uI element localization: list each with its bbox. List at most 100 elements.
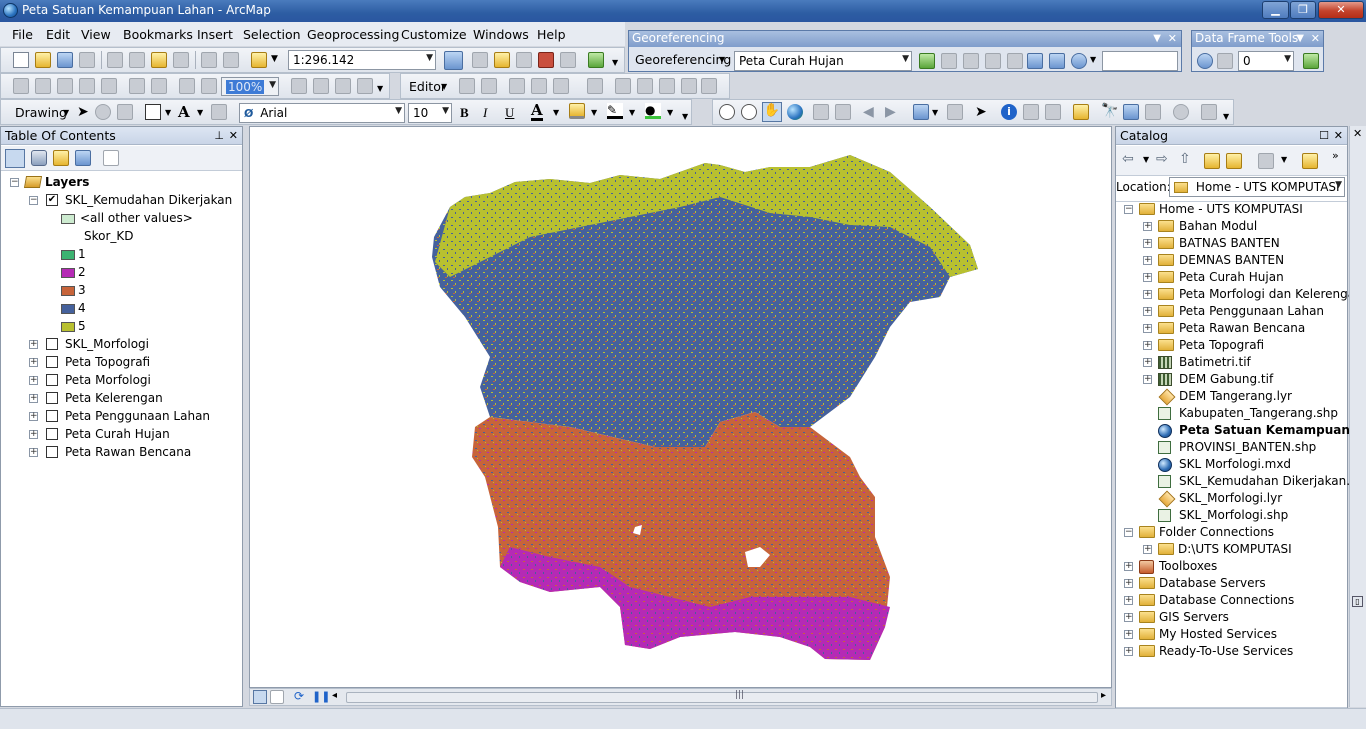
dock-pane-icon[interactable]: ▯ bbox=[1352, 596, 1363, 607]
catalog-item[interactable]: SKL_Kemudahan Dikerjakan.shp bbox=[1116, 473, 1366, 490]
line-color-icon[interactable]: ✎ bbox=[607, 103, 623, 119]
expand-icon[interactable]: + bbox=[1143, 545, 1152, 554]
print-icon[interactable] bbox=[79, 52, 95, 68]
georef-layer-combo[interactable]: Peta Curah Hujan ▼ bbox=[734, 51, 912, 71]
toc-layer-item[interactable]: + Peta Morfologi bbox=[1, 372, 242, 389]
chevron-down-icon[interactable]: ▼ bbox=[667, 108, 673, 117]
previous-extent-icon[interactable] bbox=[179, 78, 195, 94]
undo-icon[interactable] bbox=[201, 52, 217, 68]
text-tool-icon[interactable]: A bbox=[178, 103, 190, 121]
zoom-in-icon[interactable] bbox=[719, 104, 735, 120]
connect-folder-icon[interactable] bbox=[1226, 153, 1242, 169]
catalog-item[interactable]: PROVINSI_BANTEN.shp bbox=[1116, 439, 1347, 456]
expand-icon[interactable]: + bbox=[29, 430, 38, 439]
catalog-item[interactable]: + Peta Rawan Bencana bbox=[1116, 320, 1347, 337]
chevron-down-icon[interactable]: ▼ bbox=[441, 82, 447, 91]
georeferencing-toolbar-header[interactable]: Georeferencing ▼ ✕ bbox=[629, 31, 1181, 47]
go-to-xy-icon[interactable] bbox=[1145, 104, 1161, 120]
legend-swatch[interactable] bbox=[61, 304, 75, 314]
maximize-button[interactable]: ❐ bbox=[1290, 1, 1316, 19]
chevron-down-icon[interactable]: ▼ bbox=[197, 108, 203, 117]
menu-bookmarks[interactable]: Bookmarks bbox=[123, 27, 193, 42]
menu-windows[interactable]: Windows bbox=[473, 27, 529, 42]
minimize-button[interactable]: ▁ bbox=[1262, 1, 1289, 19]
catalog-folder-connections[interactable]: − Folder Connections bbox=[1116, 524, 1347, 541]
attributes-icon[interactable] bbox=[701, 78, 717, 94]
expand-icon[interactable]: + bbox=[1124, 596, 1133, 605]
forward-extent-icon[interactable]: ▶ bbox=[885, 104, 896, 120]
views-icon[interactable] bbox=[1258, 153, 1274, 169]
paste-icon[interactable] bbox=[151, 52, 167, 68]
chevron-down-icon[interactable]: ▼ bbox=[1296, 31, 1304, 46]
catalog-item[interactable]: + DEM Gabung.tif bbox=[1116, 371, 1347, 388]
link-table-icon[interactable] bbox=[1049, 53, 1065, 69]
fixed-zoom-out-map-icon[interactable] bbox=[835, 104, 851, 120]
straight-segment-icon[interactable] bbox=[509, 78, 525, 94]
font-size-combo[interactable]: 10 ▼ bbox=[408, 103, 452, 123]
zoom-selected-elements-icon[interactable] bbox=[117, 104, 133, 120]
maximize-icon[interactable]: ☐ bbox=[1319, 127, 1329, 144]
python-window-icon[interactable] bbox=[560, 52, 576, 68]
expand-icon[interactable]: + bbox=[29, 340, 38, 349]
close-icon[interactable]: ✕ bbox=[1168, 31, 1177, 46]
collapse-icon[interactable]: − bbox=[29, 196, 38, 205]
catalog-item[interactable]: + Bahan Modul bbox=[1116, 218, 1347, 235]
chevron-down-icon[interactable]: ▼ bbox=[63, 108, 69, 117]
select-element-icon[interactable]: ➤ bbox=[975, 104, 987, 120]
rotate-data-frame-icon[interactable] bbox=[1197, 53, 1213, 69]
toc-layer-item[interactable]: + Peta Curah Hujan bbox=[1, 426, 242, 443]
legend-swatch[interactable] bbox=[61, 268, 75, 278]
data-driven-pages-icon[interactable] bbox=[357, 78, 373, 94]
legend-swatch[interactable] bbox=[61, 286, 75, 296]
fixed-zoom-out-layout-icon[interactable] bbox=[151, 78, 167, 94]
rotate-edit-icon[interactable] bbox=[681, 78, 697, 94]
chevron-down-icon[interactable]: ▼ bbox=[553, 108, 559, 117]
zoom-out-icon[interactable] bbox=[741, 104, 757, 120]
toc-window-icon[interactable] bbox=[472, 52, 488, 68]
list-by-visibility-icon[interactable] bbox=[53, 150, 69, 166]
fill-color-icon[interactable] bbox=[569, 103, 585, 119]
menu-geoprocessing[interactable]: Geoprocessing bbox=[307, 27, 399, 42]
zoom-100-icon[interactable] bbox=[101, 78, 117, 94]
catalog-root-node[interactable]: + My Hosted Services bbox=[1116, 626, 1347, 643]
trace-icon[interactable] bbox=[553, 78, 569, 94]
list-by-drawing-order-icon[interactable] bbox=[5, 149, 25, 168]
edit-annotation-icon[interactable] bbox=[481, 78, 497, 94]
pan-icon[interactable]: ✋ bbox=[762, 102, 782, 122]
arctoolbox-icon[interactable] bbox=[538, 52, 554, 68]
expand-icon[interactable]: + bbox=[1143, 273, 1152, 282]
change-layout-icon[interactable] bbox=[335, 78, 351, 94]
georeferencing-menu[interactable]: Georeferencing bbox=[635, 52, 731, 67]
catalog-item[interactable]: SKL Morfologi.mxd bbox=[1116, 456, 1347, 473]
toc-layer-item[interactable]: + Peta Topografi bbox=[1, 354, 242, 371]
menu-customize[interactable]: Customize bbox=[401, 27, 467, 42]
chevron-down-icon[interactable]: ▼ bbox=[1281, 155, 1287, 164]
close-icon[interactable]: ✕ bbox=[1353, 127, 1362, 140]
fixed-zoom-layout-icon[interactable] bbox=[129, 78, 145, 94]
horizontal-scrollbar[interactable]: ||| bbox=[346, 690, 1098, 703]
pan-layout-icon[interactable] bbox=[57, 78, 73, 94]
control-points-icon[interactable] bbox=[941, 53, 957, 69]
find-icon[interactable]: 🔭 bbox=[1101, 103, 1118, 119]
chevron-down-icon[interactable]: ▼ bbox=[719, 55, 725, 64]
catalog-folder-connection-item[interactable]: + D:\UTS KOMPUTASI bbox=[1116, 541, 1347, 558]
rotate-element-icon[interactable] bbox=[95, 104, 111, 120]
expand-icon[interactable]: + bbox=[1124, 630, 1133, 639]
catalog-item[interactable]: Kabupaten_Tangerang.shp bbox=[1116, 405, 1347, 422]
scroll-right-icon[interactable]: ▸ bbox=[1101, 690, 1106, 701]
close-icon[interactable]: ✕ bbox=[229, 127, 238, 144]
toolbar-options-icon[interactable]: ▼ bbox=[1223, 112, 1229, 121]
expand-icon[interactable]: + bbox=[1143, 256, 1152, 265]
layer-checkbox[interactable] bbox=[46, 410, 58, 422]
chevron-down-icon[interactable]: ▼ bbox=[1090, 55, 1096, 64]
layer-checkbox[interactable] bbox=[46, 392, 58, 404]
toc-layer-item[interactable]: + SKL_Morfologi bbox=[1, 336, 242, 353]
zoom-whole-page-icon[interactable] bbox=[79, 78, 95, 94]
scale-icon[interactable] bbox=[1007, 53, 1023, 69]
close-button[interactable]: ✕ bbox=[1318, 1, 1364, 19]
layout-view-icon[interactable] bbox=[270, 690, 284, 704]
editor-toolbar-icon[interactable] bbox=[444, 51, 463, 70]
italic-button[interactable]: I bbox=[483, 105, 487, 121]
expand-icon[interactable]: + bbox=[1124, 579, 1133, 588]
list-by-selection-icon[interactable] bbox=[75, 150, 91, 166]
